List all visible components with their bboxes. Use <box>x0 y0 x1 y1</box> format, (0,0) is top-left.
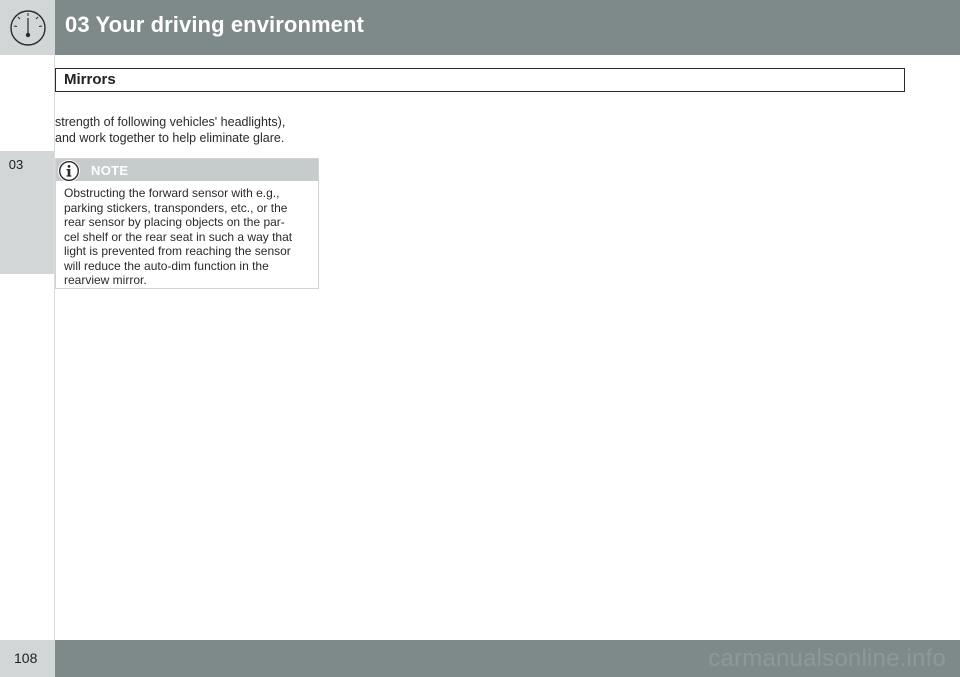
body-line: strength of following vehicles' headligh… <box>55 115 286 129</box>
note-line: cel shelf or the rear seat in such a way… <box>64 229 293 244</box>
page-number: 108 <box>14 650 38 666</box>
chapter-icon-box <box>0 0 55 55</box>
chapter-title: 03 Your driving environment <box>65 12 364 37</box>
note-title: NOTE <box>91 163 129 178</box>
body-paragraph: strength of following vehicles' headligh… <box>55 114 325 146</box>
note-line: rearview mirror. <box>64 273 147 287</box>
left-rail <box>0 55 55 640</box>
note-body: Obstructing the forward sensor with e.g.… <box>64 186 314 288</box>
section-heading: Mirrors <box>55 68 905 92</box>
page-number-box: 108 <box>0 640 55 677</box>
note-line: will reduce the auto-dim function in the <box>64 258 269 273</box>
watermark: carmanualsonline.info <box>708 645 946 672</box>
footer-bar: carmanualsonline.info <box>55 640 960 677</box>
info-icon-wrap <box>58 160 80 182</box>
note-line: Obstructing the forward sensor with e.g.… <box>64 186 280 200</box>
gauge-icon <box>9 9 46 46</box>
chapter-tab[interactable]: 03 <box>0 151 55 274</box>
chapter-tab-label: 03 <box>8 157 24 172</box>
section-heading-text: Mirrors <box>64 71 116 88</box>
note-line: rear sensor by placing objects on the pa… <box>64 215 285 229</box>
note-line: parking stickers, transponders, etc., or… <box>64 200 288 215</box>
note-header: NOTE <box>56 159 318 182</box>
header-bar: 03 Your driving environment <box>55 0 960 55</box>
note-box: NOTE Obstructing the forward sensor with… <box>55 158 319 289</box>
body-line: and work together to help eliminate glar… <box>55 131 285 145</box>
note-line: light is prevented from reaching the sen… <box>64 244 291 258</box>
info-icon <box>58 160 80 182</box>
